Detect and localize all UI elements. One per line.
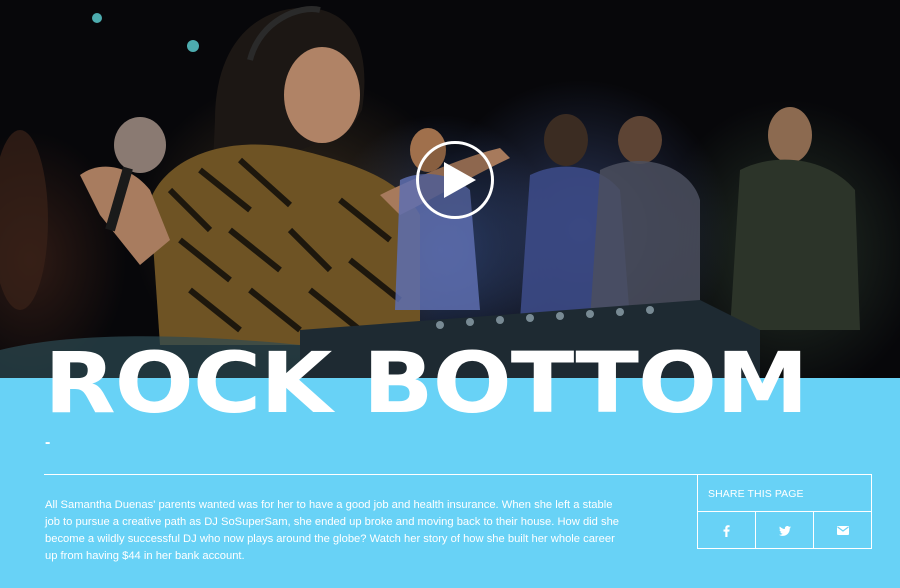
facebook-icon xyxy=(723,524,730,537)
twitter-icon xyxy=(778,525,791,536)
email-icon xyxy=(836,526,849,535)
share-label: SHARE THIS PAGE xyxy=(698,475,871,512)
play-icon xyxy=(444,162,476,198)
share-twitter-button[interactable] xyxy=(755,512,813,549)
share-email-button[interactable] xyxy=(813,512,871,549)
page-title: ROCK BOTTOM xyxy=(44,334,809,432)
hero-video[interactable] xyxy=(0,0,900,378)
divider xyxy=(44,474,697,475)
story-description: All Samantha Duenas' parents wanted was … xyxy=(45,499,620,562)
share-box: SHARE THIS PAGE xyxy=(697,474,872,549)
share-buttons xyxy=(698,512,871,549)
title-dash: - xyxy=(45,434,51,451)
play-button[interactable] xyxy=(416,141,494,219)
share-facebook-button[interactable] xyxy=(698,512,755,549)
